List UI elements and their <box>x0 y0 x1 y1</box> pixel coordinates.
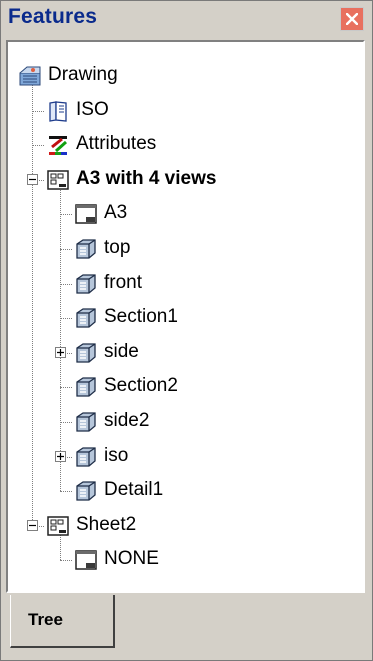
tree-connector-line <box>60 422 72 423</box>
view-icon <box>74 237 98 261</box>
feature-tree[interactable]: Drawing ISO Attributes A3 with 4 views A3 top… <box>8 42 363 591</box>
tree-panel[interactable]: Drawing ISO Attributes A3 with 4 views A3 top… <box>6 40 365 593</box>
expand-toggle[interactable] <box>55 450 66 462</box>
view-icon <box>74 306 98 330</box>
tree-item-attributes[interactable]: Attributes <box>8 129 363 161</box>
tree-item-label: Drawing <box>48 64 118 85</box>
tree-item-label: side <box>104 340 139 362</box>
features-panel-window: Features Drawing ISO Attributes A3 with 4 v… <box>0 0 373 661</box>
tree-connector-line <box>60 249 72 250</box>
view-icon <box>74 410 98 434</box>
tree-item-label: Section2 <box>104 375 178 397</box>
tree-item-label: Section1 <box>104 306 178 328</box>
tree-connector-line <box>60 491 72 493</box>
book-icon <box>46 99 70 123</box>
tab-tree-label: Tree <box>28 610 63 629</box>
tree-item-label: front <box>104 271 143 293</box>
tree-item-iso[interactable]: iso <box>8 441 363 473</box>
tree-item-label: top <box>104 237 131 258</box>
tree-item-label: Attributes <box>76 133 157 155</box>
tree-item-iso[interactable]: ISO <box>8 95 363 127</box>
tree-connector-line <box>60 560 72 562</box>
panel-title: Features <box>8 5 98 28</box>
attributes-icon <box>46 133 70 157</box>
drawing-icon <box>18 64 42 88</box>
tree-item-none[interactable]: NONE <box>8 544 363 576</box>
tree-item-label: ISO <box>76 98 109 120</box>
tree-item-drawing[interactable]: Drawing <box>8 60 363 92</box>
tree-item-label: NONE <box>104 548 159 570</box>
collapse-toggle[interactable] <box>27 173 38 185</box>
view-icon <box>74 341 98 365</box>
tree-item-a3[interactable]: A3 <box>8 198 363 230</box>
tree-connector-line <box>60 318 72 320</box>
tab-bar: Tree <box>2 595 371 659</box>
view-icon <box>74 272 98 296</box>
tree-item-front[interactable]: front <box>8 268 363 300</box>
close-button[interactable] <box>340 7 364 31</box>
tree-item-top[interactable]: top <box>8 233 363 265</box>
tree-connector-line <box>60 214 72 216</box>
view-icon <box>74 445 98 469</box>
tree-connector-line <box>60 387 72 389</box>
view-icon <box>74 479 98 503</box>
tree-item-label: iso <box>104 444 129 466</box>
format-icon <box>74 548 98 572</box>
collapse-toggle[interactable] <box>27 519 38 531</box>
panel-titlebar: Features <box>2 2 371 39</box>
close-icon <box>346 13 358 25</box>
tree-item-label: A3 with 4 views <box>76 167 217 189</box>
tree-connector-line <box>32 145 44 147</box>
expand-toggle[interactable] <box>55 346 66 358</box>
tree-item-label: Detail1 <box>104 479 164 501</box>
tree-item-section1[interactable]: Section1 <box>8 302 363 334</box>
sheet-icon <box>46 514 70 538</box>
tree-item-sheet2[interactable]: Sheet2 <box>8 510 363 542</box>
tree-item-side2[interactable]: side2 <box>8 406 363 438</box>
tree-item-label: A3 <box>104 202 128 224</box>
tree-item-label: Sheet2 <box>76 513 137 535</box>
format-icon <box>74 202 98 226</box>
tree-item-section2[interactable]: Section2 <box>8 371 363 403</box>
tree-item-side[interactable]: side <box>8 337 363 369</box>
tab-tree[interactable]: Tree <box>10 595 115 648</box>
tree-item-a3-with-4-views[interactable]: A3 with 4 views <box>8 164 363 196</box>
tree-item-detail1[interactable]: Detail1 <box>8 475 363 507</box>
view-icon <box>74 375 98 399</box>
tree-item-label: side2 <box>104 410 150 431</box>
sheet-icon <box>46 168 70 192</box>
tree-connector-line <box>32 110 44 112</box>
tree-connector-line <box>60 283 72 285</box>
